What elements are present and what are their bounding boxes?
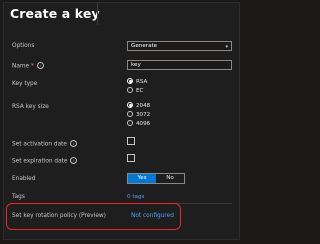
name-label: Name * i [12, 62, 44, 70]
radio-ec-label: EC [136, 88, 144, 94]
activation-date-label: Set activation date i [12, 140, 77, 148]
enabled-yes-option[interactable]: Yes [128, 174, 156, 183]
radio-rsa[interactable]: RSA [127, 78, 147, 86]
key-type-label: Key type [12, 81, 38, 87]
header-divider [97, 3, 98, 25]
options-value: Generate [131, 43, 158, 49]
enabled-no-option[interactable]: No [156, 174, 184, 183]
enabled-toggle[interactable]: Yes No [127, 173, 185, 184]
radio-button[interactable] [127, 111, 133, 117]
expiration-date-checkbox[interactable] [127, 154, 135, 162]
options-label: Options [12, 43, 35, 49]
expiration-date-text: Set expiration date [12, 158, 68, 165]
radio-ec[interactable]: EC [127, 87, 143, 95]
radio-button[interactable] [127, 120, 133, 126]
info-icon[interactable]: i [69, 140, 77, 147]
info-icon[interactable]: i [70, 157, 78, 164]
page-title: Create a key [10, 6, 100, 21]
chevron-down-icon: ▾ [225, 44, 228, 50]
tags-link[interactable]: 0 tags [127, 194, 144, 200]
radio-3072[interactable]: 3072 [127, 111, 150, 119]
tags-label: Tags [12, 194, 25, 200]
required-marker: * [30, 63, 34, 70]
activation-date-text: Set activation date [12, 141, 67, 148]
activation-date-checkbox[interactable] [127, 137, 135, 145]
radio-2048[interactable]: 2048 [127, 102, 150, 110]
radio-4096[interactable]: 4096 [127, 120, 150, 128]
info-icon[interactable]: i [36, 62, 44, 69]
name-value: key [131, 62, 141, 68]
radio-button[interactable] [127, 87, 133, 93]
expiration-date-label: Set expiration date i [12, 157, 78, 165]
name-label-text: Name [12, 63, 30, 70]
rsa-key-size-label: RSA key size [12, 104, 49, 110]
radio-2048-label: 2048 [136, 103, 151, 109]
enabled-label: Enabled [12, 176, 36, 182]
radio-4096-label: 4096 [136, 121, 151, 127]
options-dropdown[interactable]: Generate ▾ [127, 41, 232, 51]
name-input[interactable]: key [127, 60, 232, 70]
radio-rsa-label: RSA [136, 79, 148, 85]
highlight-annotation [6, 203, 181, 230]
radio-button-selected[interactable] [127, 78, 133, 84]
radio-button-selected[interactable] [127, 102, 133, 108]
radio-3072-label: 3072 [136, 112, 151, 118]
